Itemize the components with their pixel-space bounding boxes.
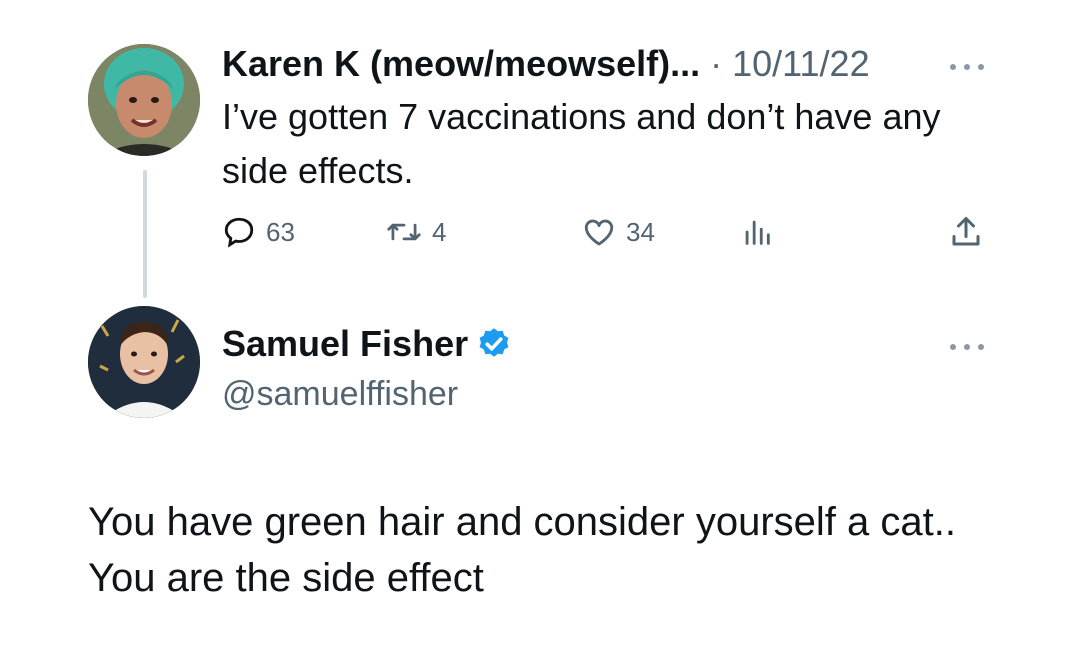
tweet-date[interactable]: 10/11/22 xyxy=(732,43,869,84)
more-options-icon[interactable] xyxy=(950,62,984,72)
profile-photo-man xyxy=(88,306,200,418)
profile-photo-green-hair xyxy=(88,44,200,156)
more-options-icon[interactable] xyxy=(950,342,984,352)
retweet-button[interactable]: 4 xyxy=(386,212,446,252)
speech-bubble-icon xyxy=(224,217,254,248)
reply-count: 63 xyxy=(266,216,295,247)
verified-badge-icon xyxy=(479,328,509,357)
parent-tweet-header: Karen K (meow/meowself)... · 10/11/22 xyxy=(222,42,870,86)
reply-handle[interactable]: @samuelffisher xyxy=(222,372,458,416)
avatar-samuel[interactable] xyxy=(88,306,200,418)
bar-chart-icon xyxy=(745,220,770,245)
parent-author-name[interactable]: Karen K (meow/meowself)... xyxy=(222,43,700,84)
reply-author: Samuel Fisher xyxy=(222,322,512,366)
parent-tweet-text: I’ve gotten 7 vaccinations and don’t hav… xyxy=(222,96,941,191)
avatar-karen[interactable] xyxy=(88,44,200,156)
reply-button[interactable]: 63 xyxy=(222,212,295,252)
views-button[interactable] xyxy=(740,212,774,252)
share-button[interactable] xyxy=(948,212,984,252)
retweet-count: 4 xyxy=(432,216,447,247)
like-count: 34 xyxy=(626,216,655,247)
like-button[interactable]: 34 xyxy=(582,212,655,252)
reply-tweet-text: You have green hair and consider yoursel… xyxy=(88,500,956,600)
retweet-icon xyxy=(387,223,421,241)
reply-author-name[interactable]: Samuel Fisher xyxy=(222,322,468,366)
header-separator: · xyxy=(710,43,723,84)
share-upload-icon xyxy=(952,217,980,246)
thread-connector-line xyxy=(143,170,147,298)
heart-icon xyxy=(584,219,614,246)
